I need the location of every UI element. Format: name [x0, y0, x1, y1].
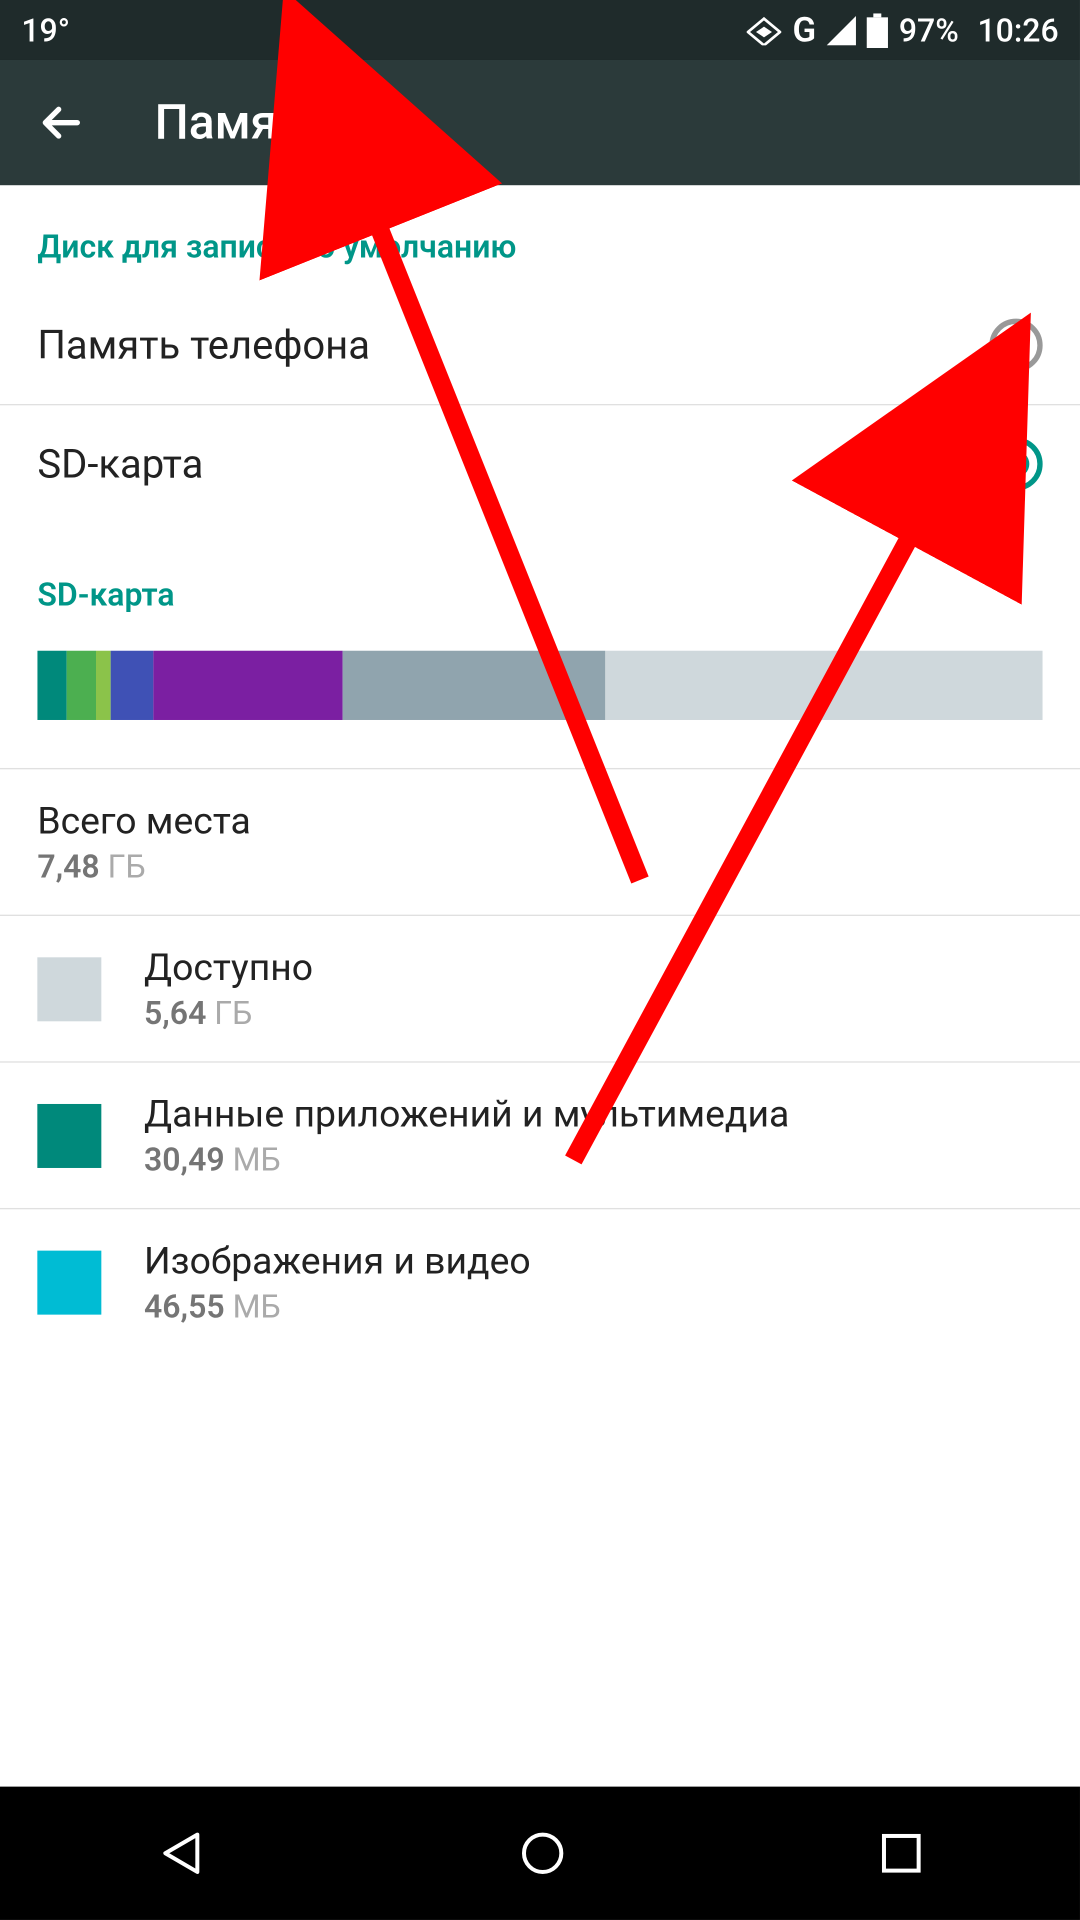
- radio-sd-card[interactable]: [989, 437, 1042, 490]
- usage-segment: [110, 651, 154, 720]
- settings-content: Диск для записи по умолчанию Память теле…: [0, 185, 1080, 1354]
- row-total-space-label: Всего места: [37, 799, 1042, 843]
- network-g-icon: G: [793, 10, 817, 50]
- category-swatch: [37, 957, 101, 1021]
- option-phone-memory-label: Память телефона: [37, 322, 989, 369]
- option-phone-memory[interactable]: Память телефона: [0, 287, 1080, 404]
- battery-percent: 97%: [899, 11, 959, 48]
- radio-phone-memory[interactable]: [989, 319, 1042, 372]
- usage-segment: [37, 651, 66, 720]
- category-label: Изображения и видео: [144, 1239, 1043, 1283]
- category-unit: ГБ: [214, 995, 252, 1032]
- usage-segment: [154, 651, 343, 720]
- usage-segment: [606, 651, 1043, 720]
- usage-segment: [96, 651, 111, 720]
- system-nav-bar: [0, 1787, 1080, 1920]
- wifi-icon: [747, 15, 782, 44]
- option-sd-card-label: SD-карта: [37, 441, 989, 488]
- option-sd-card[interactable]: SD-карта: [0, 405, 1080, 522]
- status-time: 10:26: [977, 11, 1058, 48]
- battery-icon: [867, 13, 888, 48]
- app-header: Память: [0, 60, 1080, 185]
- category-value: 30,49: [144, 1141, 225, 1178]
- nav-recent-button[interactable]: [878, 1829, 926, 1877]
- category-swatch: [37, 1103, 101, 1167]
- row-total-space-value: 7,48: [37, 848, 99, 885]
- storage-category-row[interactable]: Доступно 5,64 ГБ: [0, 916, 1080, 1061]
- nav-back-button[interactable]: [154, 1827, 207, 1880]
- category-label: Доступно: [144, 945, 1043, 989]
- category-label: Данные приложений и мультимедиа: [144, 1092, 1043, 1136]
- usage-segment: [66, 651, 95, 720]
- storage-category-row[interactable]: Данные приложений и мультимедиа 30,49 МБ: [0, 1063, 1080, 1208]
- page-title: Память: [155, 95, 328, 151]
- status-temperature: 19°: [21, 11, 70, 48]
- storage-usage-bar: [37, 651, 1042, 720]
- back-button[interactable]: [32, 93, 91, 152]
- row-total-space-unit: ГБ: [108, 848, 146, 885]
- storage-category-row[interactable]: Изображения и видео 46,55 МБ: [0, 1209, 1080, 1354]
- nav-home-button[interactable]: [516, 1827, 569, 1880]
- usage-segment: [343, 651, 605, 720]
- section-default-disk: Диск для записи по умолчанию: [0, 185, 1080, 286]
- category-swatch: [37, 1250, 101, 1314]
- category-value: 5,64: [144, 995, 206, 1032]
- category-value: 46,55: [144, 1288, 225, 1325]
- signal-icon: [827, 15, 856, 44]
- category-unit: МБ: [233, 1141, 281, 1178]
- status-bar: 19° G 97% 10:26: [0, 0, 1080, 60]
- section-sd-card: SD-карта: [0, 523, 1080, 635]
- category-unit: МБ: [233, 1288, 281, 1325]
- row-total-space[interactable]: Всего места 7,48 ГБ: [0, 769, 1080, 914]
